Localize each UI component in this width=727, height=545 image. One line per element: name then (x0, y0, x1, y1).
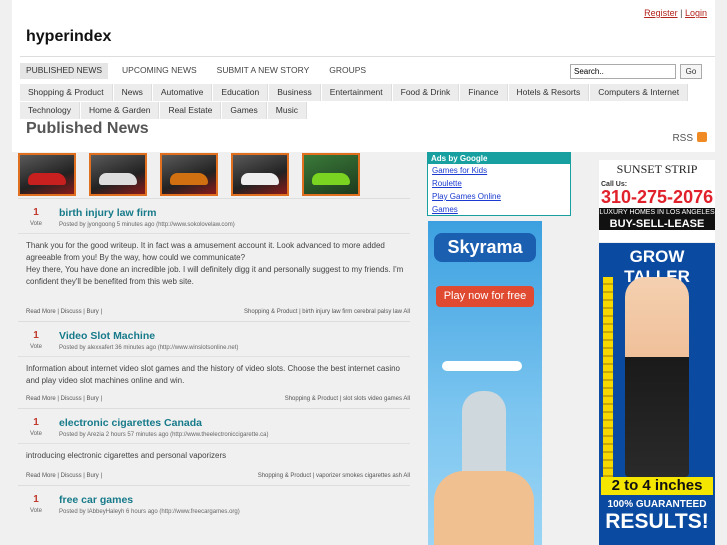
sunset-strip-ad[interactable]: SUNSET STRIP Call Us: 310-275-2076 LUXUR… (599, 160, 715, 242)
vote-box[interactable]: 1 Vote (22, 494, 50, 514)
game-thumbnail[interactable] (160, 153, 218, 196)
google-ads-box: Ads by Google Games for Kids Roulette Pl… (427, 152, 571, 216)
category-business[interactable]: Business (269, 84, 321, 101)
ad-link[interactable]: Roulette (428, 177, 570, 190)
header-divider (20, 56, 715, 57)
register-link[interactable]: Register (644, 8, 678, 18)
story-item: 1 Vote Video Slot Machine Posted by alex… (18, 321, 410, 408)
story-item: 1 Vote free car games Posted by lAbbeyHa… (18, 485, 410, 515)
skyrama-logo: Skyrama (434, 233, 536, 262)
vote-label: Vote (29, 508, 42, 514)
vote-count: 1 (33, 330, 39, 341)
nav-upcoming-news[interactable]: UPCOMING NEWS (116, 63, 203, 79)
story-tags[interactable]: Shopping & Product | birth injury law fi… (244, 309, 410, 315)
category-entertainment[interactable]: Entertainment (321, 84, 392, 101)
story-title[interactable]: birth injury law firm (59, 207, 410, 219)
story-meta: Posted by alexxafert 36 minutes ago (htt… (59, 345, 239, 351)
story-tags[interactable]: Shopping & Product | vaporizer smokes ci… (258, 473, 410, 479)
login-link[interactable]: Login (685, 8, 707, 18)
ad-link[interactable]: Games (428, 203, 570, 216)
story-body: introducing electronic cigarettes and pe… (18, 443, 410, 467)
nav-groups[interactable]: GROUPS (323, 63, 372, 79)
category-hotels-resorts[interactable]: Hotels & Resorts (508, 84, 590, 101)
search-go-button[interactable]: Go (680, 64, 702, 79)
story-meta: Posted by jyongoong 5 minutes ago (http:… (59, 222, 235, 228)
ad-link[interactable]: Play Games Online (428, 190, 570, 203)
story-body: Information about internet video slot ga… (18, 356, 410, 390)
control-tower-illustration (462, 391, 506, 481)
vote-count: 1 (33, 494, 39, 505)
sunset-strip-logo: SUNSET STRIP (616, 162, 698, 176)
nav-published-news[interactable]: PUBLISHED NEWS (20, 63, 109, 79)
story-item: 1 Vote birth injury law firm Posted by j… (18, 198, 410, 321)
category-games[interactable]: Games (222, 102, 267, 119)
vote-count: 1 (33, 417, 39, 428)
story-body: Thank you for the good writeup. It in fa… (18, 233, 410, 303)
vote-label: Vote (29, 344, 42, 350)
search-input[interactable] (570, 64, 676, 79)
category-finance[interactable]: Finance (460, 84, 508, 101)
story-actions[interactable]: Read More | Discuss | Bury | (26, 473, 102, 479)
rss-icon (697, 132, 707, 142)
category-bar: Shopping & Product News Automative Educa… (20, 84, 706, 120)
game-thumbnail[interactable] (231, 153, 289, 196)
rss-link[interactable]: RSS (672, 132, 707, 144)
category-technology[interactable]: Technology (20, 102, 81, 119)
site-logo[interactable]: hyperindex (26, 28, 111, 46)
auth-links: Register | Login (644, 8, 707, 18)
category-real-estate[interactable]: Real Estate (160, 102, 222, 119)
story-title[interactable]: electronic cigarettes Canada (59, 417, 410, 429)
nav-submit-story[interactable]: SUBMIT A NEW STORY (211, 63, 316, 79)
gain-text: 2 to 4 inches (601, 477, 713, 495)
game-thumbnail[interactable] (18, 153, 76, 196)
page-title: Published News (26, 120, 149, 137)
game-thumbnail-strip (18, 153, 360, 196)
auth-separator: | (680, 8, 683, 18)
category-education[interactable]: Education (213, 84, 269, 101)
category-computers-internet[interactable]: Computers & Internet (590, 84, 689, 101)
header-panel: Register | Login hyperindex PUBLISHED NE… (12, 0, 715, 152)
person-illustration (625, 277, 689, 477)
story-title[interactable]: Video Slot Machine (59, 330, 410, 342)
ads-by-google-label[interactable]: Ads by Google (428, 153, 570, 164)
vote-box[interactable]: 1 Vote (22, 330, 50, 350)
category-shopping-product[interactable]: Shopping & Product (20, 84, 113, 101)
main-nav: PUBLISHED NEWS UPCOMING NEWS SUBMIT A NE… (20, 63, 372, 79)
pilots-illustration (434, 471, 534, 545)
ad-link[interactable]: Games for Kids (428, 164, 570, 177)
ad-action-text: BUY-SELL-LEASE (599, 218, 715, 230)
phone-number: 310-275-2076 (601, 187, 714, 207)
game-thumbnail[interactable] (89, 153, 147, 196)
game-thumbnail[interactable] (302, 153, 360, 196)
ruler-illustration (603, 277, 613, 477)
vote-label: Vote (29, 221, 42, 227)
play-now-button[interactable]: Play now for free (436, 286, 534, 307)
vote-box[interactable]: 1 Vote (22, 207, 50, 227)
story-tags[interactable]: Shopping & Product | slot slots video ga… (285, 396, 410, 402)
vote-count: 1 (33, 207, 39, 218)
story-actions[interactable]: Read More | Discuss | Bury | (26, 396, 102, 402)
results-text: RESULTS! (605, 510, 709, 533)
story-actions[interactable]: Read More | Discuss | Bury | (26, 309, 102, 315)
story-item: 1 Vote electronic cigarettes Canada Post… (18, 408, 410, 485)
skyrama-ad[interactable]: Skyrama Play now for free (428, 221, 542, 545)
story-meta: Posted by Arezia 2 hours 57 minutes ago … (59, 432, 269, 438)
news-feed: 1 Vote birth injury law firm Posted by j… (18, 198, 410, 515)
vote-label: Vote (29, 431, 42, 437)
story-title[interactable]: free car games (59, 494, 410, 506)
category-home-garden[interactable]: Home & Garden (81, 102, 160, 119)
ad-tagline: LUXURY HOMES IN LOS ANGELES (599, 208, 715, 218)
story-meta: Posted by lAbbeyHaleyh 6 hours ago (http… (59, 509, 240, 515)
vote-box[interactable]: 1 Vote (22, 417, 50, 437)
airplane-illustration (442, 361, 522, 371)
category-news[interactable]: News (113, 84, 152, 101)
rss-label: RSS (672, 133, 693, 144)
category-automative[interactable]: Automative (152, 84, 213, 101)
guarantee-text: 100% GUARANTEED (607, 499, 707, 510)
category-food-drink[interactable]: Food & Drink (392, 84, 460, 101)
grow-taller-ad[interactable]: GROW TALLER 2 to 4 inches 100% GUARANTEE… (599, 243, 715, 545)
category-music[interactable]: Music (267, 102, 307, 119)
